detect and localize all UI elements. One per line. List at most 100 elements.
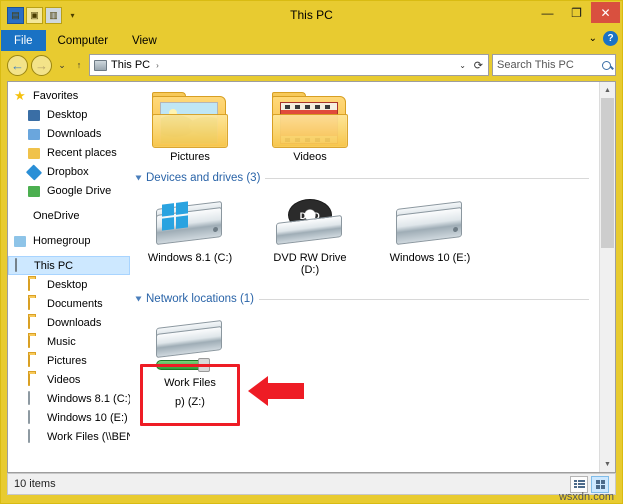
view-buttons[interactable] xyxy=(570,475,609,493)
sidebar-label: Downloads xyxy=(47,316,102,329)
large-icons-view-button[interactable] xyxy=(591,475,609,493)
item-label: Windows 10 (E:) xyxy=(389,252,471,264)
maximize-button[interactable]: ❐ xyxy=(562,2,591,23)
back-button[interactable]: ← xyxy=(7,54,28,76)
window-title: This PC xyxy=(290,8,333,22)
google-drive-icon xyxy=(28,184,42,198)
devices-group-header[interactable]: Devices and drives (3) xyxy=(130,169,599,187)
sidebar-item-onedrive[interactable]: OneDrive xyxy=(8,206,130,225)
sidebar-item-desktop[interactable]: Desktop xyxy=(8,105,130,124)
sidebar-item-recent-places[interactable]: Recent places xyxy=(8,143,130,162)
sidebar-item-favorites[interactable]: ★ Favorites xyxy=(8,86,130,105)
this-pc-icon xyxy=(94,59,107,71)
folder-icon xyxy=(28,352,42,368)
sidebar-item-windows-81-c[interactable]: Windows 8.1 (C:) xyxy=(8,389,130,408)
breadcrumb-separator-icon[interactable]: › xyxy=(156,61,159,70)
recent-places-icon xyxy=(28,146,42,160)
downloads-icon xyxy=(28,127,42,141)
window-controls[interactable]: — ❐ ✕ xyxy=(533,2,620,23)
devices-group-items: Windows 8.1 (C:) DVD DVD RW Drive (D:) W… xyxy=(130,191,599,276)
network-group-header[interactable]: Network locations (1) xyxy=(130,290,599,308)
sidebar-label: Music xyxy=(47,335,76,348)
breadcrumb-this-pc[interactable]: This PC xyxy=(111,59,150,71)
search-icon[interactable] xyxy=(602,60,611,70)
star-icon: ★ xyxy=(14,87,26,103)
recent-locations-button[interactable]: ⌄ xyxy=(55,55,69,76)
sidebar-label: Videos xyxy=(47,373,81,386)
sidebar-label: Windows 8.1 (C:) xyxy=(47,392,130,405)
tab-view[interactable]: View xyxy=(120,30,169,51)
tab-computer[interactable]: Computer xyxy=(45,30,121,51)
sidebar-item-desktop-pc[interactable]: Desktop xyxy=(8,275,130,294)
folder-icon xyxy=(28,314,42,330)
sidebar-item-windows-10-e[interactable]: Windows 10 (E:) xyxy=(8,408,130,427)
address-dropdown-icon[interactable]: ⌄ xyxy=(459,61,466,70)
collapse-ribbon-icon[interactable]: ⌄ xyxy=(589,33,597,44)
group-header-label: Devices and drives (3) xyxy=(146,172,261,184)
file-explorer-window: ▤ ▣ ▥ ▾ This PC — ❐ ✕ File Computer View… xyxy=(0,0,623,504)
onedrive-icon xyxy=(14,209,28,223)
red-arrow-annotation xyxy=(248,376,304,406)
forward-button[interactable]: → xyxy=(31,54,52,76)
scroll-down-arrow-icon[interactable]: ▼ xyxy=(600,456,615,472)
sidebar-item-work-files[interactable]: Work Files (\\BENZ xyxy=(8,427,130,446)
item-videos-folder[interactable]: Videos xyxy=(264,90,356,163)
sidebar-item-homegroup[interactable]: Homegroup xyxy=(8,231,130,250)
drive-icon xyxy=(28,409,42,425)
scrollbar-thumb[interactable] xyxy=(601,98,614,248)
minimize-button[interactable]: — xyxy=(533,2,562,23)
refresh-icon[interactable]: ⟳ xyxy=(474,59,483,72)
details-view-button[interactable] xyxy=(570,475,588,493)
scroll-up-arrow-icon[interactable]: ▲ xyxy=(600,82,615,98)
content-pane[interactable]: Pictures Videos Devices and drives (3) W… xyxy=(130,82,599,472)
up-button[interactable]: ↑ xyxy=(72,55,86,76)
sidebar-label: OneDrive xyxy=(33,209,80,222)
folder-icon xyxy=(28,371,42,387)
sidebar-item-downloads-pc[interactable]: Downloads xyxy=(8,313,130,332)
sidebar-label: Desktop xyxy=(47,278,88,291)
sidebar-label: Favorites xyxy=(33,89,79,102)
sidebar-label: Documents xyxy=(47,297,103,310)
folder-icon xyxy=(28,276,42,292)
address-input[interactable]: This PC › ⌄ ⟳ xyxy=(89,54,489,76)
divider xyxy=(259,298,589,300)
help-icon[interactable]: ? xyxy=(603,31,618,46)
vertical-scrollbar[interactable]: ▲ ▼ xyxy=(599,82,615,472)
item-label: DVD RW Drive (D:) xyxy=(273,252,347,276)
search-box[interactable]: Search This PC xyxy=(492,54,616,76)
ribbon-tab-bar: File Computer View ⌄ ? xyxy=(1,29,622,51)
sidebar-label: Downloads xyxy=(47,127,102,140)
sidebar-label: Dropbox xyxy=(47,165,89,178)
sidebar-label: Homegroup xyxy=(33,234,91,247)
folder-icon xyxy=(28,295,42,311)
title-bar: ▤ ▣ ▥ ▾ This PC — ❐ ✕ xyxy=(1,1,622,29)
close-button[interactable]: ✕ xyxy=(591,2,620,23)
sidebar-item-videos[interactable]: Videos xyxy=(8,370,130,389)
sidebar-item-downloads[interactable]: Downloads xyxy=(8,124,130,143)
homegroup-icon xyxy=(14,234,28,248)
item-dvd-rw-drive-d[interactable]: DVD DVD RW Drive (D:) xyxy=(264,191,356,276)
sidebar-item-this-pc[interactable]: This PC xyxy=(8,256,130,275)
navigation-pane[interactable]: ★ Favorites Desktop Downloads Recent pla… xyxy=(8,82,130,472)
item-windows-81-c[interactable]: Windows 8.1 (C:) xyxy=(144,191,236,276)
chevron-down-icon[interactable] xyxy=(135,175,142,181)
item-label: Pictures xyxy=(170,151,210,163)
group-header-label: Network locations (1) xyxy=(146,293,255,305)
tab-file[interactable]: File xyxy=(1,30,46,51)
pictures-folder-icon xyxy=(144,90,236,148)
chevron-down-icon[interactable] xyxy=(135,296,142,302)
watermark: wsxdn.com xyxy=(558,491,614,503)
hard-drive-icon xyxy=(384,191,476,249)
dropbox-icon xyxy=(25,163,43,181)
highlight-rectangle xyxy=(140,364,240,426)
sidebar-item-pictures[interactable]: Pictures xyxy=(8,351,130,370)
ribbon-right-controls: ⌄ ? xyxy=(589,31,618,46)
divider xyxy=(265,177,589,179)
sidebar-item-google-drive[interactable]: Google Drive xyxy=(8,181,130,200)
item-windows-10-e[interactable]: Windows 10 (E:) xyxy=(384,191,476,276)
sidebar-item-music[interactable]: Music xyxy=(8,332,130,351)
sidebar-label: Work Files (\\BENZ xyxy=(47,430,130,443)
sidebar-item-documents[interactable]: Documents xyxy=(8,294,130,313)
item-pictures-folder[interactable]: Pictures xyxy=(144,90,236,163)
sidebar-item-dropbox[interactable]: Dropbox xyxy=(8,162,130,181)
